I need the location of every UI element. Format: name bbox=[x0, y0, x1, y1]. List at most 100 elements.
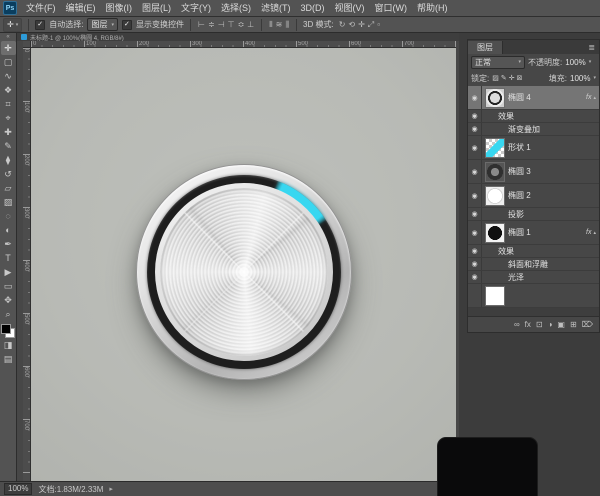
menu-item[interactable]: 滤镜(T) bbox=[256, 0, 296, 16]
layer-row[interactable]: ◉ 椭圆 3 bbox=[468, 160, 599, 184]
opacity-value[interactable]: 100% bbox=[565, 58, 585, 67]
eyedropper-tool[interactable]: ⌖ bbox=[1, 111, 16, 125]
document-title-bar[interactable]: 未标题-1 @ 100%(椭圆 4, RGB/8#) bbox=[17, 33, 459, 41]
3d-scale-icon[interactable]: ▫ bbox=[376, 18, 381, 32]
link-layers-icon[interactable]: ∞ bbox=[514, 320, 520, 329]
layer-name[interactable]: 椭圆 3 bbox=[508, 166, 531, 177]
distribute-horizontal-icon[interactable]: ⫴ bbox=[268, 18, 273, 32]
menu-item[interactable]: 窗口(W) bbox=[370, 0, 413, 16]
align-right-edges-icon[interactable]: ⊣ bbox=[217, 18, 226, 32]
add-layer-style-icon[interactable]: fx bbox=[525, 320, 531, 329]
layer-name[interactable]: 效果 bbox=[498, 246, 514, 257]
3d-drag-icon[interactable]: ✛ bbox=[357, 18, 366, 32]
fx-badge[interactable]: fx bbox=[586, 229, 593, 236]
lock-image-pixels-icon[interactable]: ✎ bbox=[501, 74, 507, 82]
visibility-eye-icon[interactable]: ◉ bbox=[468, 86, 482, 109]
distribute-vertical-icon[interactable]: ≋ bbox=[275, 18, 284, 32]
layer-thumbnail[interactable] bbox=[485, 88, 505, 108]
history-brush-tool[interactable]: ↺ bbox=[1, 167, 16, 181]
move-tool[interactable]: ✛ bbox=[1, 41, 16, 55]
pen-tool[interactable]: ✒ bbox=[1, 237, 16, 251]
quick-mask-mode-icon[interactable]: ◨ bbox=[1, 338, 16, 352]
fill-value[interactable]: 100% bbox=[570, 74, 590, 83]
auto-select-checkbox[interactable]: ✓ bbox=[35, 20, 45, 30]
layer-row[interactable]: ◉ 椭圆 4 fx ▴ bbox=[468, 86, 599, 110]
new-group-icon[interactable]: ▣ bbox=[557, 320, 565, 329]
menu-item[interactable]: 视图(V) bbox=[330, 0, 370, 16]
color-swatches[interactable] bbox=[1, 324, 15, 338]
delete-layer-icon[interactable]: ⌦ bbox=[582, 320, 593, 329]
rectangle-tool[interactable]: ▭ bbox=[1, 279, 16, 293]
screen-mode-icon[interactable]: ▤ bbox=[1, 352, 16, 366]
menu-item[interactable]: 3D(D) bbox=[296, 0, 330, 16]
3d-roll-icon[interactable]: ⟲ bbox=[347, 18, 356, 32]
path-selection-tool[interactable]: ▶ bbox=[1, 265, 16, 279]
dodge-tool[interactable]: ◐ bbox=[1, 223, 16, 237]
blur-tool[interactable]: ◌ bbox=[1, 209, 16, 223]
visibility-eye-icon[interactable]: ◉ bbox=[468, 136, 482, 159]
fx-badge[interactable]: fx bbox=[586, 94, 593, 101]
align-horizontal-centers-icon[interactable]: ≑ bbox=[207, 18, 216, 32]
layer-row[interactable]: ◉ 光泽 bbox=[468, 271, 599, 284]
show-transform-checkbox[interactable]: ✓ bbox=[122, 20, 132, 30]
align-vertical-centers-icon[interactable]: ≎ bbox=[237, 18, 246, 32]
layer-row[interactable]: ◉ 斜面和浮雕 bbox=[468, 258, 599, 271]
layer-name[interactable]: 投影 bbox=[508, 209, 524, 220]
chevron-down-icon[interactable]: ▾ bbox=[593, 75, 596, 81]
menu-item[interactable]: 文字(Y) bbox=[176, 0, 216, 16]
menu-item[interactable]: 文件(F) bbox=[21, 0, 61, 16]
zoom-tool[interactable]: ⌕ bbox=[1, 307, 16, 321]
quick-selection-tool[interactable]: ❖ bbox=[1, 83, 16, 97]
align-top-edges-icon[interactable]: ⊤ bbox=[227, 18, 236, 32]
menu-item[interactable]: 图像(I) bbox=[101, 0, 138, 16]
healing-brush-tool[interactable]: ✚ bbox=[1, 125, 16, 139]
layer-name[interactable]: 椭圆 1 bbox=[508, 227, 531, 238]
3d-rotate-icon[interactable]: ↻ bbox=[338, 18, 347, 32]
collapse-effects-icon[interactable]: ▴ bbox=[593, 95, 599, 101]
menu-item[interactable]: 帮助(H) bbox=[412, 0, 453, 16]
chevron-down-icon[interactable]: ▾ bbox=[589, 59, 592, 65]
clone-stamp-tool[interactable]: ⧫ bbox=[1, 153, 16, 167]
visibility-eye-icon[interactable]: ◉ bbox=[468, 184, 482, 207]
layer-thumbnail[interactable] bbox=[485, 286, 505, 306]
document-canvas[interactable] bbox=[31, 48, 456, 481]
toolbar-collapse-icon[interactable]: « bbox=[6, 33, 9, 41]
layer-row[interactable]: ◉ 形状 1 bbox=[468, 136, 599, 160]
gradient-tool[interactable]: ▨ bbox=[1, 195, 16, 209]
status-options-arrow-icon[interactable]: ▸ bbox=[109, 485, 113, 493]
3d-slide-icon[interactable]: ⤢ bbox=[367, 18, 375, 32]
rectangular-marquee-tool[interactable]: ▢ bbox=[1, 55, 16, 69]
align-left-edges-icon[interactable]: ⊢ bbox=[197, 18, 206, 32]
layer-row[interactable] bbox=[468, 284, 599, 308]
lock-all-icon[interactable]: ⊠ bbox=[517, 74, 523, 82]
layer-name[interactable]: 渐变叠加 bbox=[508, 124, 540, 135]
menu-item[interactable]: 编辑(E) bbox=[61, 0, 101, 16]
layer-name[interactable]: 斜面和浮雕 bbox=[508, 259, 548, 270]
layer-name[interactable]: 光泽 bbox=[508, 272, 524, 283]
crop-tool[interactable]: ⌗ bbox=[1, 97, 16, 111]
layer-row[interactable]: ◉ 渐变叠加 bbox=[468, 123, 599, 136]
foreground-color-swatch[interactable] bbox=[1, 324, 11, 334]
visibility-eye-icon[interactable]: ◉ bbox=[468, 160, 482, 183]
visibility-eye-icon[interactable]: ◉ bbox=[468, 258, 482, 270]
tab-layers[interactable]: 图层 bbox=[468, 41, 503, 54]
brush-tool[interactable]: ✎ bbox=[1, 139, 16, 153]
collapse-effects-icon[interactable]: ▴ bbox=[593, 230, 599, 236]
layer-name[interactable]: 椭圆 4 bbox=[508, 92, 531, 103]
layer-thumbnail[interactable] bbox=[485, 223, 505, 243]
layer-row[interactable]: ◉ 效果 bbox=[468, 110, 599, 123]
visibility-eye-icon[interactable]: ◉ bbox=[468, 123, 482, 135]
visibility-eye-icon[interactable]: ◉ bbox=[468, 221, 482, 244]
visibility-eye-icon[interactable]: ◉ bbox=[468, 208, 482, 220]
align-bottom-edges-icon[interactable]: ⊥ bbox=[246, 18, 255, 32]
panel-menu-icon[interactable]: ≣ bbox=[584, 41, 599, 54]
menu-item[interactable]: 选择(S) bbox=[216, 0, 256, 16]
layer-row[interactable]: ◉ 椭圆 2 bbox=[468, 184, 599, 208]
add-layer-mask-icon[interactable]: ⊡ bbox=[536, 320, 543, 329]
visibility-eye-icon[interactable]: ◉ bbox=[468, 271, 482, 283]
layer-thumbnail[interactable] bbox=[485, 162, 505, 182]
hand-tool[interactable]: ✥ bbox=[1, 293, 16, 307]
new-adjustment-layer-icon[interactable]: ◑ bbox=[548, 320, 553, 329]
blend-mode-dropdown[interactable]: 正常 ▾ bbox=[471, 56, 525, 69]
eraser-tool[interactable]: ▱ bbox=[1, 181, 16, 195]
